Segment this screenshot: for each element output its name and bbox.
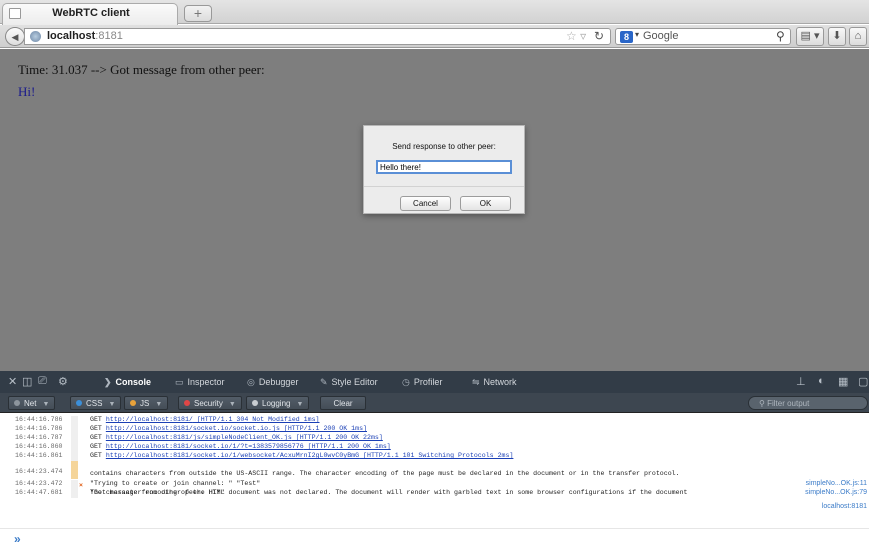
new-tab-button[interactable]: +: [184, 5, 212, 22]
back-button[interactable]: ◀: [5, 27, 25, 46]
chevron-down-icon: ▼: [108, 401, 116, 408]
page-content: Time: 31.037 --> Got message from other …: [0, 49, 869, 371]
log-row: 16:44:16.860 GET http://localhost:8181/so…: [15, 443, 391, 452]
cancel-button[interactable]: Cancel: [400, 196, 451, 211]
dialog-title: Send response to other peer:: [392, 142, 496, 151]
logging-dot: [252, 400, 258, 406]
browser-tab[interactable]: WebRTC client: [2, 3, 178, 25]
url-bar[interactable]: localhost:8181 ☆ ▿ ↻: [24, 28, 611, 45]
home-icon: ⌂: [854, 30, 862, 42]
filter-security-button[interactable]: Security ▼: [178, 396, 242, 410]
console-filter-bar: Net ▼ CSS ▼ JS ▼ Security ▼ Logging ▼ Clear ⚲…: [0, 393, 869, 413]
search-placeholder: Google: [643, 30, 679, 42]
network-icon: ⇋: [472, 377, 480, 387]
devtools-toolbar: ✕ ◫ ⎚ ⚙ ❯ Console ▭ Inspector ◎ Debugger ✎ S…: [0, 371, 869, 393]
chevron-down-icon: ▼: [296, 401, 304, 408]
chevron-down-icon: ▾: [635, 30, 640, 39]
filter-js-button[interactable]: JS ▼: [124, 396, 169, 410]
bookmarks-menu-button[interactable]: ▤ ▾: [796, 27, 824, 46]
tab-profiler[interactable]: ◷ Profiler: [402, 371, 442, 393]
inspector-icon: ▭: [175, 377, 184, 387]
console-icon: ❯: [104, 377, 112, 387]
toggle-sidebar-icon[interactable]: ▢: [858, 375, 868, 388]
url-port: :8181: [95, 30, 123, 42]
source-link[interactable]: simpleNo...OK.js:79: [805, 489, 867, 496]
message-text: Hi!: [18, 84, 36, 99]
downloads-button[interactable]: ⬇: [828, 27, 846, 46]
navigation-bar: ◀ localhost:8181 ☆ ▿ ↻ 8 ▾ Google ⚲ ▤ ▾ …: [0, 25, 869, 48]
chevron-down-icon: ▼: [42, 401, 50, 408]
log-row: 16:44:47.681 "Got message from other peer…: [15, 489, 867, 498]
prompt-dialog: Send response to other peer: Cancel OK: [363, 125, 525, 214]
reload-icon[interactable]: ↻: [594, 29, 604, 43]
prompt-divider: [0, 528, 869, 529]
tab-title: WebRTC client: [52, 7, 130, 19]
filter-css-button[interactable]: CSS ▼: [70, 396, 122, 410]
back-arrow-icon: ◀: [11, 32, 19, 42]
pick-element-icon[interactable]: ⊥: [796, 375, 806, 388]
responsive-mode-icon[interactable]: ◐: [818, 375, 825, 387]
debugger-icon: ◎: [247, 377, 255, 387]
log-row: 16:44:16.786 GET http://localhost:8181/so…: [15, 425, 367, 434]
home-button[interactable]: ⌂: [849, 27, 867, 46]
message-line: Time: 31.037 --> Got message from other …: [18, 62, 265, 77]
source-link[interactable]: localhost:8181: [822, 503, 867, 510]
split-console-icon[interactable]: ⎚: [38, 375, 47, 388]
google-icon: 8: [620, 31, 633, 43]
clear-button[interactable]: Clear: [320, 396, 366, 410]
net-dot: [14, 400, 20, 406]
log-link[interactable]: http://localhost:8181/socket.io/socket.i…: [106, 425, 280, 432]
close-icon[interactable]: ✕: [8, 375, 17, 388]
log-row: 16:44:16.786 GET http://localhost:8181/ […: [15, 416, 320, 425]
source-link[interactable]: simpleNo...OK.js:11: [806, 480, 867, 487]
security-dot: [184, 400, 190, 406]
tab-network[interactable]: ⇋ Network: [472, 371, 517, 393]
js-dot: [130, 400, 136, 406]
log-link[interactable]: http://localhost:8181/: [106, 416, 193, 423]
tab-inspector[interactable]: ▭ Inspector: [175, 371, 225, 393]
log-row: 16:44:23.472 "Trying to create or join ch…: [15, 480, 867, 489]
dock-icon[interactable]: ◫: [22, 375, 32, 388]
bookmark-star-icon[interactable]: ☆ ▿: [566, 29, 586, 43]
log-link[interactable]: http://localhost:8181/socket.io/1/?t=138…: [106, 443, 304, 450]
search-bar[interactable]: 8 ▾ Google ⚲: [615, 28, 791, 45]
gear-icon[interactable]: ⚙: [58, 375, 68, 388]
log-link[interactable]: http://localhost:8181/socket.io/1/websoc…: [106, 452, 359, 459]
log-link[interactable]: http://localhost:8181/js/simpleNodeClien…: [106, 434, 292, 441]
chevron-down-icon: ▼: [228, 401, 236, 408]
profiler-icon: ◷: [402, 377, 410, 387]
tab-debugger[interactable]: ◎ Debugger: [247, 371, 298, 393]
dialog-divider: [364, 186, 524, 187]
search-icon: ⚲: [759, 399, 768, 408]
log-row: 16:44:16.787 GET http://localhost:8181/js…: [15, 434, 383, 443]
response-input[interactable]: [376, 160, 512, 174]
warning-row: 16:44:23.474 × The character encoding of…: [0, 461, 869, 510]
filter-logging-button[interactable]: Logging ▼: [246, 396, 310, 410]
console-output: 16:44:16.786 GET http://localhost:8181/ […: [0, 414, 869, 546]
tab-bar: WebRTC client +: [0, 0, 869, 25]
filter-net-button[interactable]: Net ▼: [8, 396, 56, 410]
url-text: localhost:8181: [47, 30, 123, 42]
tab-console[interactable]: ❯ Console: [104, 371, 151, 393]
bookmarks-icon: ▤ ▾: [800, 30, 820, 42]
style-editor-icon: ✎: [320, 377, 328, 387]
filter-output-input[interactable]: ⚲ Filter output: [748, 396, 868, 410]
log-row: 16:44:16.861 GET http://localhost:8181/so…: [15, 452, 514, 461]
ok-button[interactable]: OK: [460, 196, 511, 211]
tab-style-editor[interactable]: ✎ Style Editor: [320, 371, 378, 393]
chevron-down-icon: ▼: [155, 401, 163, 408]
url-host: localhost: [47, 30, 96, 42]
console-prompt[interactable]: »: [14, 532, 21, 546]
css-dot: [76, 400, 82, 406]
search-icon[interactable]: ⚲: [776, 29, 785, 43]
globe-icon: [30, 31, 41, 42]
download-icon: ⬇: [832, 30, 842, 42]
scratchpad-icon[interactable]: ▦: [838, 375, 848, 388]
